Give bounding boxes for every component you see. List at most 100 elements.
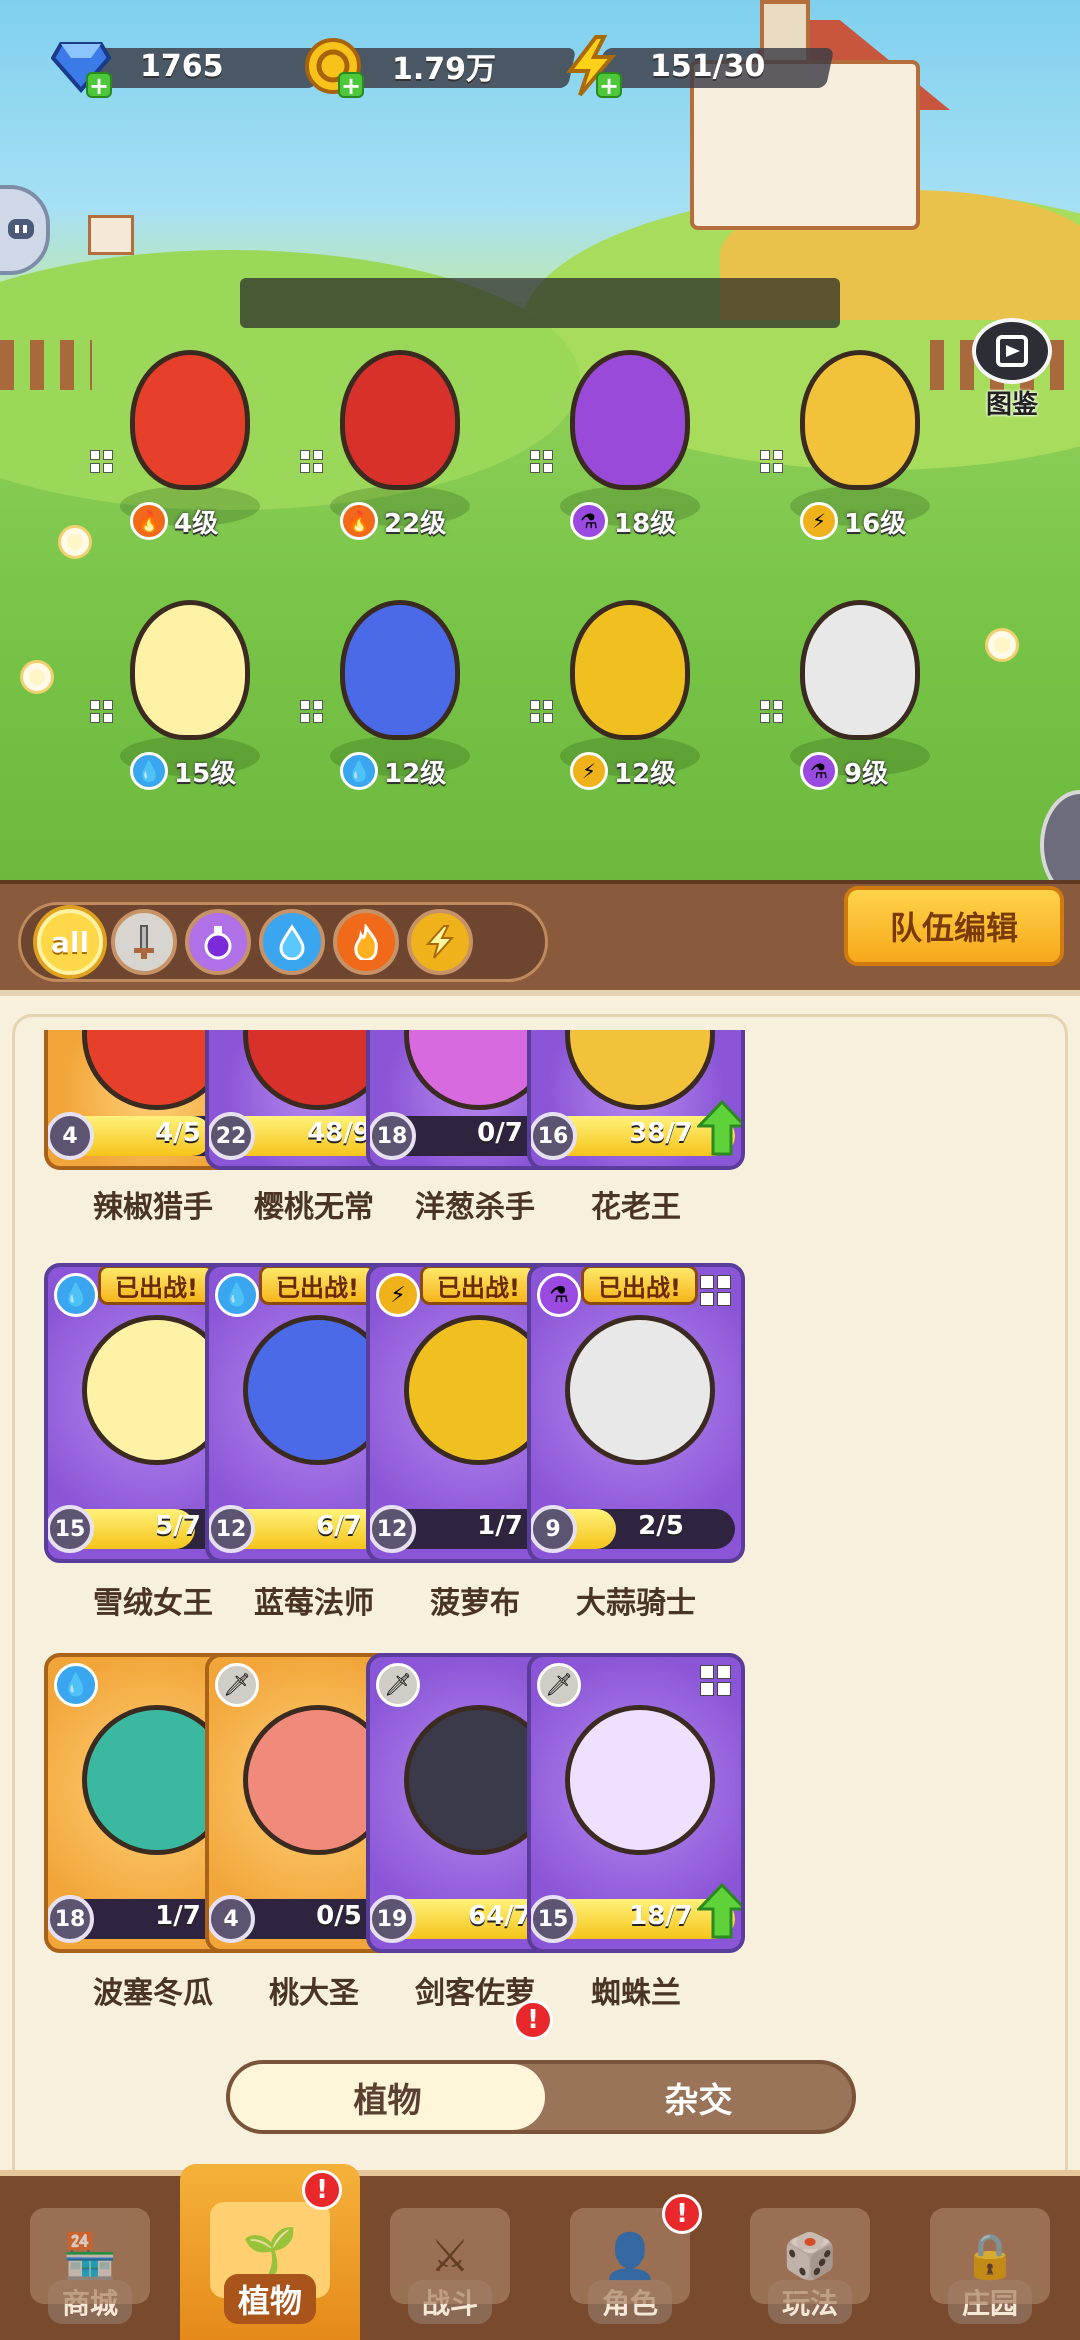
nav-battle[interactable]: ⚔战斗	[360, 2176, 540, 2340]
filter-fire-button[interactable]	[333, 909, 399, 975]
potion-icon	[204, 926, 232, 960]
formation-pattern-icon	[530, 450, 553, 473]
nav-shop[interactable]: 🏪商城	[0, 2176, 180, 2340]
plant-card[interactable]: 38/7 16	[527, 1030, 745, 1170]
filter-all-button[interactable]: all	[37, 909, 103, 975]
team-member-level: 16级	[844, 508, 907, 539]
card-level: 18	[370, 1112, 416, 1160]
energy-value: 151/30	[650, 48, 766, 84]
formation-pattern-icon	[530, 700, 553, 723]
element-filters: all	[18, 902, 548, 982]
chat-button[interactable]	[0, 185, 50, 275]
filter-lightning-button[interactable]	[407, 909, 473, 975]
team-edit-button[interactable]: 队伍编辑	[844, 886, 1064, 966]
plant-sprite	[340, 350, 460, 490]
hybrid-alert-badge: !	[513, 2000, 553, 2040]
flower-decoration	[985, 628, 1019, 662]
card-level: 16	[531, 1112, 577, 1160]
team-member[interactable]: ⚡ 16级	[760, 320, 960, 540]
deployed-badge: 已出战!	[420, 1267, 537, 1305]
sword-icon: 🗡	[376, 1663, 420, 1707]
game-screen: + 1765 + 1.79万 + 151/30 图鉴 🔥 4级 🔥 22级 ⚗ …	[0, 0, 1080, 2340]
deployed-badge: 已出战!	[98, 1267, 215, 1305]
upgrade-arrow-icon	[697, 1100, 741, 1156]
team-member[interactable]: 💧 12级	[300, 570, 500, 790]
formation-pattern-icon	[760, 450, 783, 473]
small-house	[88, 215, 134, 255]
card-level: 18	[48, 1895, 94, 1943]
team-member[interactable]: 🔥 22级	[300, 320, 500, 540]
card-level: 9	[531, 1505, 577, 1553]
side-button[interactable]	[1040, 790, 1080, 880]
shop-icon: 🏪	[30, 2208, 150, 2304]
filter-poison-button[interactable]	[185, 909, 251, 975]
gems-counter[interactable]: + 1765	[50, 38, 325, 98]
fence	[0, 340, 92, 390]
encyclopedia-label: 图鉴	[985, 390, 1038, 420]
tab-hybrid[interactable]: 杂交	[545, 2064, 852, 2130]
sword-icon	[134, 925, 154, 959]
team-member-level: 12级	[384, 758, 447, 789]
battle-icon: ⚔	[390, 2208, 510, 2304]
team-member[interactable]: ⚗ 18级	[530, 320, 730, 540]
fire-icon: 🔥	[340, 502, 378, 540]
nav-gameplay[interactable]: 🎲玩法	[720, 2176, 900, 2340]
card-level: 4	[209, 1895, 255, 1943]
shard-progress-text: 2/5	[638, 1511, 684, 1541]
sword-icon: 🗡	[215, 1663, 259, 1707]
formation-pattern-icon	[300, 700, 323, 723]
nav-plants[interactable]: 🌱 植物!	[180, 2164, 360, 2340]
coins-counter[interactable]: + 1.79万	[302, 38, 577, 98]
energy-counter[interactable]: + 151/30	[560, 35, 835, 98]
team-scene: + 1765 + 1.79万 + 151/30 图鉴 🔥 4级 🔥 22级 ⚗ …	[0, 0, 1080, 880]
nav-alert-badge: !	[302, 2170, 342, 2210]
lightning-icon: ⚡	[800, 502, 838, 540]
add-energy-button[interactable]: +	[596, 72, 622, 98]
team-member-level: 9级	[844, 758, 889, 789]
plant-sprite	[570, 350, 690, 490]
plant-card[interactable]: ⚗ 已出战! 2/5 9	[527, 1263, 745, 1563]
coins-value: 1.79万	[392, 52, 497, 87]
plant-hybrid-toggle[interactable]: 植物 杂交	[226, 2060, 856, 2134]
team-member[interactable]: 💧 15级	[90, 570, 290, 790]
fire-icon: 🔥	[130, 502, 168, 540]
deployed-badge: 已出战!	[259, 1267, 376, 1305]
add-gems-button[interactable]: +	[86, 72, 112, 98]
nav-alert-badge: !	[662, 2194, 702, 2234]
plant-portrait	[565, 1705, 715, 1855]
team-member-level: 15级	[174, 758, 237, 789]
filter-all-label: all	[50, 925, 90, 959]
potion-icon: ⚗	[570, 502, 608, 540]
lightning-icon: ⚡	[570, 752, 608, 790]
water-drop-icon	[279, 924, 305, 960]
card-level: 22	[209, 1112, 255, 1160]
gems-value: 1765	[140, 48, 224, 84]
lightning-icon: ⚡	[376, 1273, 420, 1317]
team-member-level: 4级	[174, 508, 219, 539]
filter-water-button[interactable]	[259, 909, 325, 975]
potion-icon: ⚗	[537, 1273, 581, 1317]
tab-plants[interactable]: 植物	[230, 2064, 545, 2130]
plant-sprite	[130, 600, 250, 740]
water-drop-icon: 💧	[54, 1273, 98, 1317]
nav-manor[interactable]: 🔒庄园	[900, 2176, 1080, 2340]
formation-pattern-icon	[90, 450, 113, 473]
team-member-level: 18级	[614, 508, 677, 539]
team-member[interactable]: ⚡ 12级	[530, 570, 730, 790]
card-level: 15	[531, 1895, 577, 1943]
plant-portrait	[565, 1030, 715, 1110]
card-level: 19	[370, 1895, 416, 1943]
water-drop-icon: 💧	[54, 1663, 98, 1707]
filter-sword-button[interactable]	[111, 909, 177, 975]
upgrade-arrow-icon	[697, 1883, 741, 1939]
team-member[interactable]: ⚗ 9级	[760, 570, 960, 790]
nav-character[interactable]: 👤角色!	[540, 2176, 720, 2340]
formation-pattern-icon	[700, 1665, 731, 1696]
team-member[interactable]: 🔥 4级	[90, 320, 290, 540]
card-level: 4	[48, 1112, 94, 1160]
plant-sprite	[800, 600, 920, 740]
plant-card-name: 大蒜骑士	[576, 1586, 696, 1621]
encyclopedia-button[interactable]: 图鉴	[966, 318, 1058, 420]
plant-card[interactable]: 🗡 18/7 15	[527, 1653, 745, 1953]
add-coins-button[interactable]: +	[338, 72, 364, 98]
